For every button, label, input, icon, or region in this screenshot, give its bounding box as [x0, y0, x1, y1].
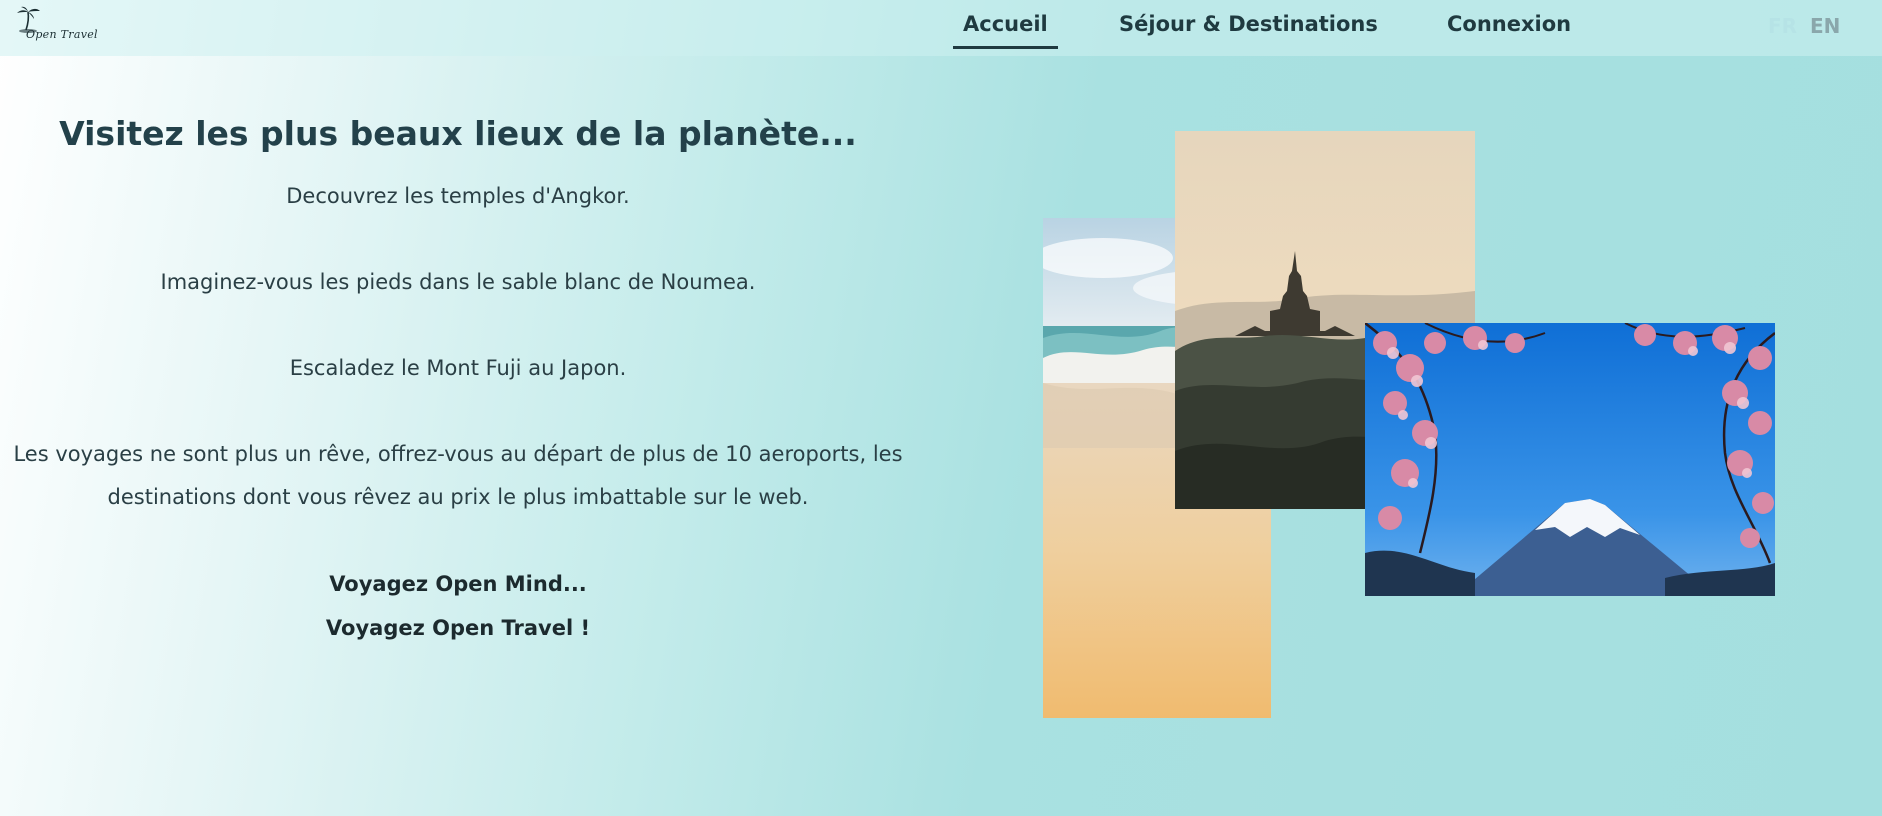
language-fr-button[interactable]: FR — [1768, 14, 1797, 38]
hero-line-voyages-2: destinations dont vous rêvez au prix le … — [107, 485, 809, 509]
tagline-open-mind: Voyagez Open Mind... — [329, 572, 587, 596]
hero-line-voyages-1: Les voyages ne sont plus un rêve, offrez… — [13, 442, 903, 466]
hero-line-noumea: Imaginez-vous les pieds dans le sable bl… — [160, 270, 756, 294]
nav-connexion[interactable]: Connexion — [1447, 12, 1571, 42]
hero-line-fuji: Escaladez le Mont Fuji au Japon. — [289, 356, 627, 380]
hero-title: Visitez les plus beaux lieux de la planè… — [59, 114, 857, 153]
mount-fuji-photo — [1365, 323, 1775, 596]
nav-accueil[interactable]: Accueil — [953, 12, 1058, 49]
nav-sejour-destinations[interactable]: Séjour & Destinations — [1119, 12, 1378, 42]
hero-line-angkor: Decouvrez les temples d'Angkor. — [286, 184, 630, 208]
logo-text: Open Travel — [26, 28, 98, 41]
top-navigation-bar: Open Travel Accueil Séjour & Destination… — [0, 0, 1882, 56]
language-en-button[interactable]: EN — [1810, 14, 1840, 38]
tagline-open-travel: Voyagez Open Travel ! — [325, 616, 591, 640]
open-travel-logo[interactable]: Open Travel — [14, 6, 104, 46]
